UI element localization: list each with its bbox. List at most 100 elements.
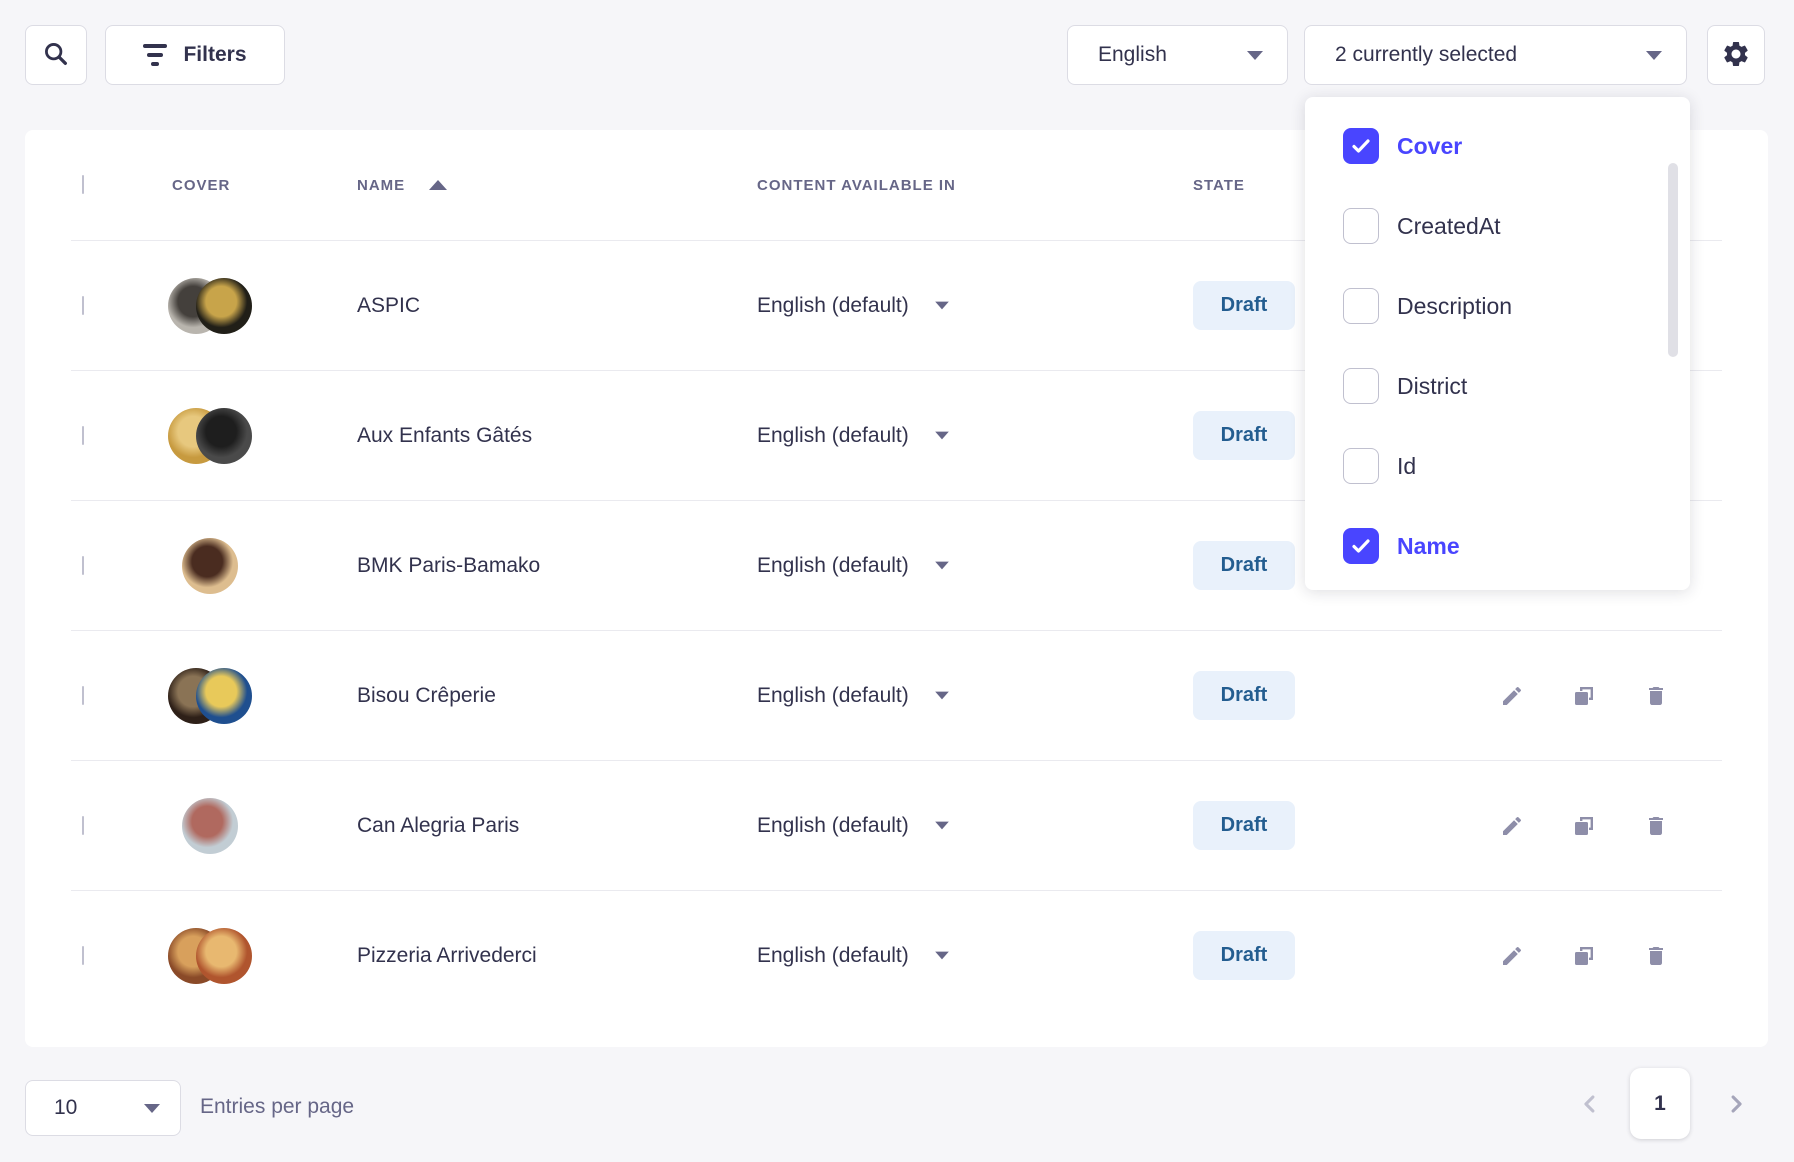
checkbox[interactable] [1343, 208, 1379, 244]
select-all-checkbox[interactable] [82, 175, 84, 194]
column-option[interactable]: Description [1305, 266, 1690, 346]
chevron-right-icon [1722, 1090, 1750, 1118]
delete-button[interactable] [1644, 814, 1668, 838]
duplicate-icon [1572, 814, 1596, 838]
chevron-down-icon [935, 562, 949, 570]
locale-cell[interactable]: English (default) [757, 814, 1193, 838]
locale-value: English (default) [757, 684, 909, 708]
duplicate-button[interactable] [1572, 814, 1596, 838]
cover-cell [168, 928, 252, 984]
cover-cell [168, 538, 252, 594]
column-option[interactable]: Name [1305, 506, 1690, 586]
column-option[interactable]: Id [1305, 426, 1690, 506]
row-checkbox[interactable] [82, 816, 84, 835]
chevron-down-icon [1247, 51, 1263, 60]
table-row: Can Alegria Paris English (default) Draf… [71, 760, 1722, 890]
locale-cell[interactable]: English (default) [757, 684, 1193, 708]
cover-avatar [196, 928, 252, 984]
filters-button[interactable]: Filters [105, 25, 285, 85]
edit-button[interactable] [1500, 814, 1524, 838]
page-1-button[interactable]: 1 [1630, 1068, 1690, 1139]
locale-select[interactable]: English [1067, 25, 1288, 85]
settings-button[interactable] [1707, 25, 1765, 85]
sort-ascending-icon [429, 180, 447, 190]
gear-icon [1721, 39, 1751, 72]
column-option[interactable]: District [1305, 346, 1690, 426]
locale-value: English (default) [757, 554, 909, 578]
column-header-content-available-in: CONTENT AVAILABLE IN [757, 177, 1193, 194]
chevron-down-icon [935, 822, 949, 830]
column-option-label: CreatedAt [1397, 213, 1501, 240]
next-page-button[interactable] [1722, 1090, 1750, 1118]
locale-cell[interactable]: English (default) [757, 294, 1193, 318]
chevron-down-icon [935, 692, 949, 700]
row-checkbox[interactable] [82, 686, 84, 705]
trash-icon [1644, 814, 1668, 838]
filter-icon [143, 44, 167, 66]
duplicate-icon [1572, 944, 1596, 968]
checkmark-icon [1349, 534, 1373, 558]
row-checkbox[interactable] [82, 426, 84, 445]
column-option[interactable]: Cover [1305, 106, 1690, 186]
search-icon [42, 40, 70, 71]
previous-page-button[interactable] [1576, 1090, 1604, 1118]
page-size-select[interactable]: 10 [25, 1080, 181, 1136]
row-checkbox[interactable] [82, 296, 84, 315]
status-badge: Draft [1193, 931, 1295, 980]
locale-value: English (default) [757, 294, 909, 318]
edit-button[interactable] [1500, 684, 1524, 708]
table-row: Bisou Crêperie English (default) Draft [71, 630, 1722, 760]
search-button[interactable] [25, 25, 87, 85]
checkbox[interactable] [1343, 528, 1379, 564]
cover-cell [168, 278, 252, 334]
entry-name: Bisou Crêperie [357, 684, 757, 708]
row-checkbox[interactable] [82, 946, 84, 965]
column-option[interactable]: CreatedAt [1305, 186, 1690, 266]
entry-name: ASPIC [357, 294, 757, 318]
checkbox[interactable] [1343, 448, 1379, 484]
entry-name: BMK Paris-Bamako [357, 554, 757, 578]
duplicate-icon [1572, 684, 1596, 708]
entries-per-page-label: Entries per page [200, 1095, 354, 1119]
locale-select-value: English [1098, 43, 1167, 67]
chevron-down-icon [935, 432, 949, 440]
column-visibility-select[interactable]: 2 currently selected [1304, 25, 1687, 85]
delete-button[interactable] [1644, 944, 1668, 968]
delete-button[interactable] [1644, 684, 1668, 708]
pencil-icon [1500, 944, 1524, 968]
status-badge: Draft [1193, 541, 1295, 590]
status-badge: Draft [1193, 671, 1295, 720]
column-select-value: 2 currently selected [1335, 43, 1517, 67]
edit-button[interactable] [1500, 944, 1524, 968]
entry-name: Aux Enfants Gâtés [357, 424, 757, 448]
checkbox[interactable] [1343, 368, 1379, 404]
duplicate-button[interactable] [1572, 684, 1596, 708]
locale-cell[interactable]: English (default) [757, 554, 1193, 578]
cover-avatar [196, 278, 252, 334]
pencil-icon [1500, 814, 1524, 838]
column-header-name[interactable]: NAME [357, 177, 757, 194]
row-checkbox[interactable] [82, 556, 84, 575]
status-badge: Draft [1193, 801, 1295, 850]
column-option-label: Name [1397, 533, 1460, 560]
cover-cell [168, 668, 252, 724]
locale-cell[interactable]: English (default) [757, 424, 1193, 448]
duplicate-button[interactable] [1572, 944, 1596, 968]
cover-avatar [196, 408, 252, 464]
cover-cell [168, 408, 252, 464]
column-option-label: Cover [1397, 133, 1462, 160]
scrollbar-thumb[interactable] [1668, 163, 1678, 357]
locale-cell[interactable]: English (default) [757, 944, 1193, 968]
cover-cell [168, 798, 252, 854]
column-option-list: Cover CreatedAt Description [1305, 106, 1690, 586]
column-visibility-dropdown: Cover CreatedAt Description [1305, 97, 1690, 590]
status-badge: Draft [1193, 411, 1295, 460]
checkbox[interactable] [1343, 288, 1379, 324]
checkbox[interactable] [1343, 128, 1379, 164]
chevron-down-icon [935, 302, 949, 310]
chevron-down-icon [935, 952, 949, 960]
cover-avatar [182, 798, 238, 854]
column-option-label: District [1397, 373, 1467, 400]
cover-avatar [196, 668, 252, 724]
filters-button-label: Filters [183, 43, 246, 67]
